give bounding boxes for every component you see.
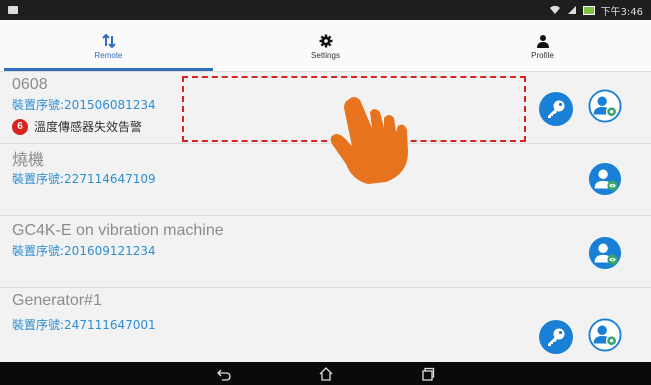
- person-icon: [536, 35, 549, 48]
- alert-count-badge: 6: [12, 118, 28, 135]
- notification-icon: [8, 6, 18, 14]
- user-view-button[interactable]: [588, 162, 622, 196]
- user-view-icon: [588, 162, 622, 196]
- tab-remote-label: Remote: [94, 51, 123, 60]
- device-row[interactable]: GC4K-E on vibration machine 裝置序號:2016091…: [0, 216, 651, 288]
- battery-icon: [582, 5, 595, 15]
- key-button[interactable]: [539, 92, 573, 126]
- tab-settings[interactable]: Settings: [217, 20, 434, 71]
- tab-profile-label: Profile: [531, 51, 554, 60]
- tab-remote[interactable]: Remote: [0, 20, 217, 71]
- device-name: 燒機: [12, 152, 45, 169]
- key-icon: [548, 100, 565, 118]
- tab-settings-label: Settings: [311, 51, 340, 60]
- device-serial: 裝置序號:247111647001: [12, 318, 156, 332]
- back-button[interactable]: [214, 365, 234, 383]
- key-icon: [548, 328, 565, 346]
- home-icon: [319, 366, 332, 381]
- alert-row[interactable]: 6 溫度傳感器失效告警: [12, 118, 142, 135]
- device-serial: 裝置序號:201506081234: [12, 98, 156, 112]
- tab-bar: Remote Settings Profile: [0, 20, 651, 72]
- tab-profile[interactable]: Profile: [434, 20, 651, 71]
- user-settings-button[interactable]: [588, 89, 622, 123]
- device-name: Generator#1: [12, 292, 102, 309]
- wifi-icon: [549, 5, 560, 15]
- signal-icon: [567, 6, 576, 14]
- device-serial: 裝置序號:227114647109: [12, 172, 156, 186]
- user-settings-icon: [588, 89, 622, 123]
- key-button[interactable]: [539, 320, 573, 354]
- back-icon: [216, 369, 231, 381]
- device-serial: 裝置序號:201609121234: [12, 244, 156, 258]
- system-nav-bar: [0, 362, 651, 385]
- recents-button[interactable]: [418, 365, 438, 383]
- clock: 下午3:46: [600, 6, 643, 18]
- user-settings-icon: [588, 318, 622, 352]
- device-name: 0608: [12, 76, 48, 93]
- alert-text: 溫度傳感器失效告警: [34, 120, 143, 134]
- recents-icon: [421, 367, 434, 381]
- device-row[interactable]: Generator#1 裝置序號:247111647001: [0, 288, 651, 362]
- app-screen: 下午3:46 Remote Settings Profile 0608 裝置序號…: [0, 0, 651, 385]
- sort-arrows-icon: [101, 34, 116, 48]
- gear-icon: [319, 34, 332, 48]
- home-button[interactable]: [316, 365, 336, 383]
- device-name: GC4K-E on vibration machine: [12, 222, 224, 239]
- user-view-icon: [588, 236, 622, 270]
- user-settings-button[interactable]: [588, 318, 622, 352]
- user-view-button[interactable]: [588, 236, 622, 270]
- status-bar: 下午3:46: [0, 0, 651, 20]
- tap-hand-icon: [330, 97, 408, 184]
